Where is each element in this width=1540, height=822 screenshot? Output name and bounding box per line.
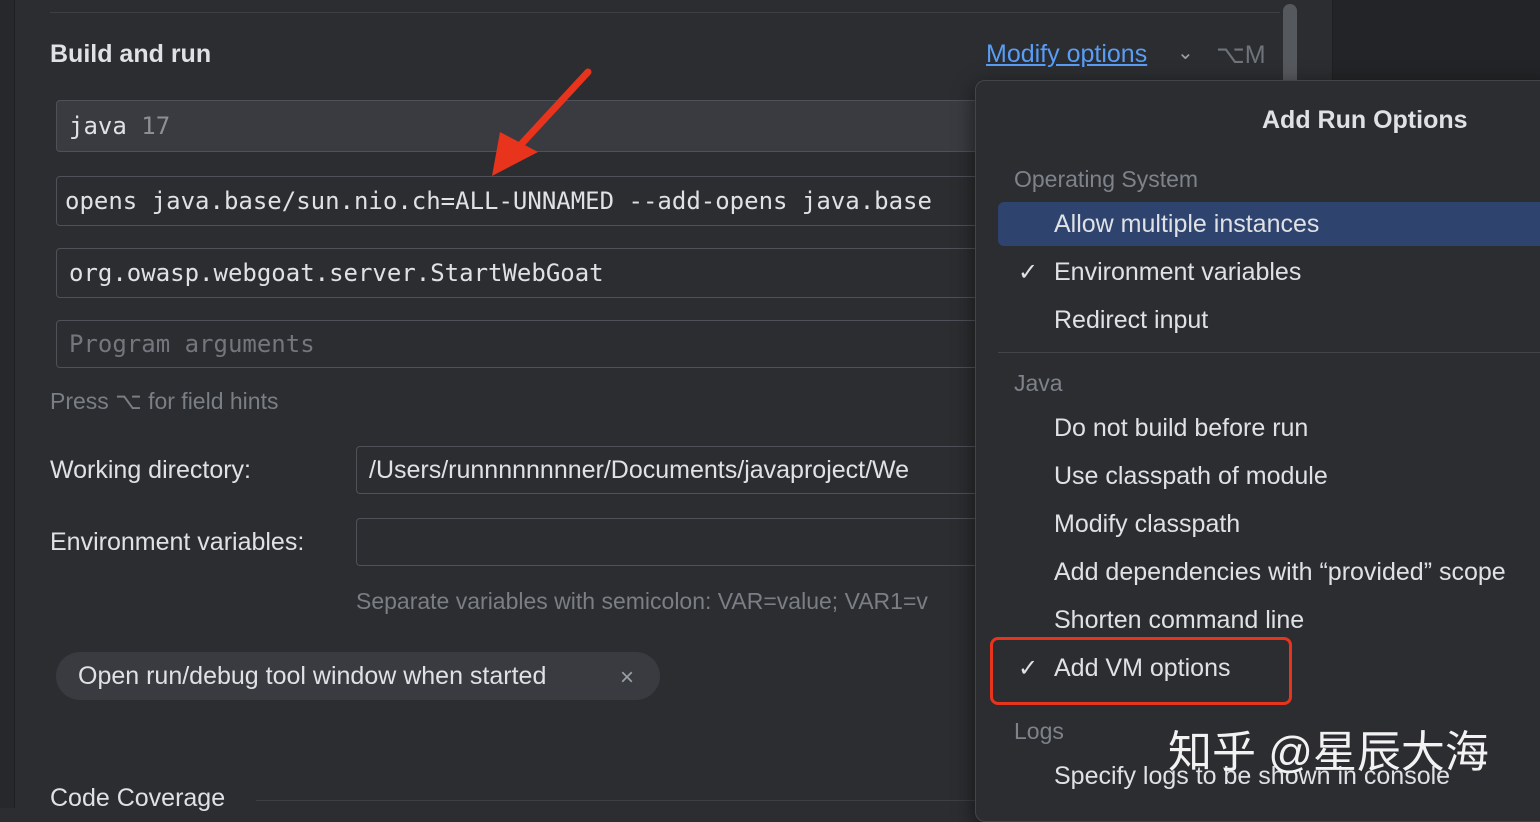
watermark-text: 知乎 @星辰大海 [1168, 728, 1489, 777]
annotation-arrow-icon [492, 68, 592, 176]
